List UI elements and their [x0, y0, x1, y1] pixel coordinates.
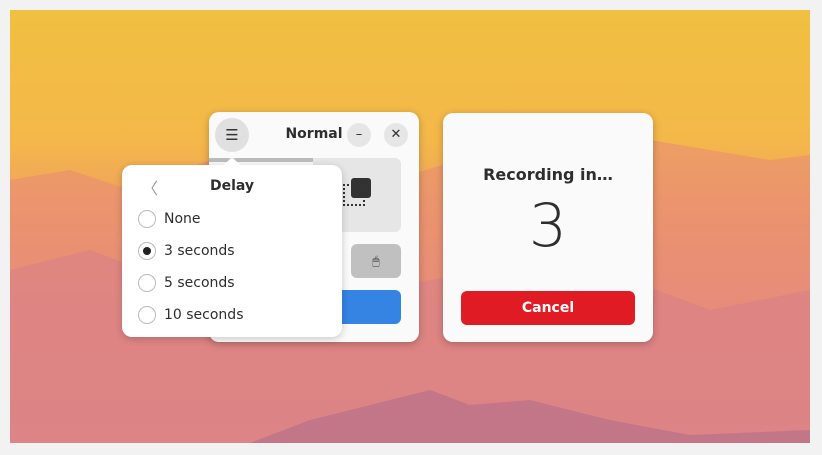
recording-heading: Recording in… — [483, 165, 613, 184]
recording-countdown-dialog: Recording in… 3 Cancel — [443, 113, 653, 342]
close-icon: ✕ — [390, 127, 402, 142]
minimize-button[interactable]: – — [347, 123, 371, 147]
option-label: 3 seconds — [164, 243, 235, 259]
option-label: 5 seconds — [164, 275, 235, 291]
mouse-icon: 🖱 — [372, 254, 380, 268]
delay-popover: 〈 Delay None 3 seconds 5 seconds 10 seco… — [122, 157, 342, 337]
delay-option-none[interactable]: None — [138, 209, 201, 229]
countdown-number: 3 — [528, 191, 568, 261]
delay-option-5[interactable]: 5 seconds — [138, 273, 235, 293]
radio-button[interactable] — [138, 210, 156, 228]
close-button[interactable]: ✕ — [384, 123, 408, 147]
minimize-icon: – — [355, 127, 363, 142]
option-label: None — [164, 211, 201, 227]
option-label: 10 seconds — [164, 307, 244, 323]
radio-button[interactable] — [138, 306, 156, 324]
radio-button[interactable] — [138, 242, 156, 260]
cancel-button[interactable]: Cancel — [461, 291, 635, 325]
delay-option-10[interactable]: 10 seconds — [138, 305, 244, 325]
radio-button[interactable] — [138, 274, 156, 292]
show-pointer-toggle[interactable]: 🖱 — [351, 244, 401, 278]
delay-option-3[interactable]: 3 seconds — [138, 241, 235, 261]
popover-title: Delay — [209, 178, 255, 194]
